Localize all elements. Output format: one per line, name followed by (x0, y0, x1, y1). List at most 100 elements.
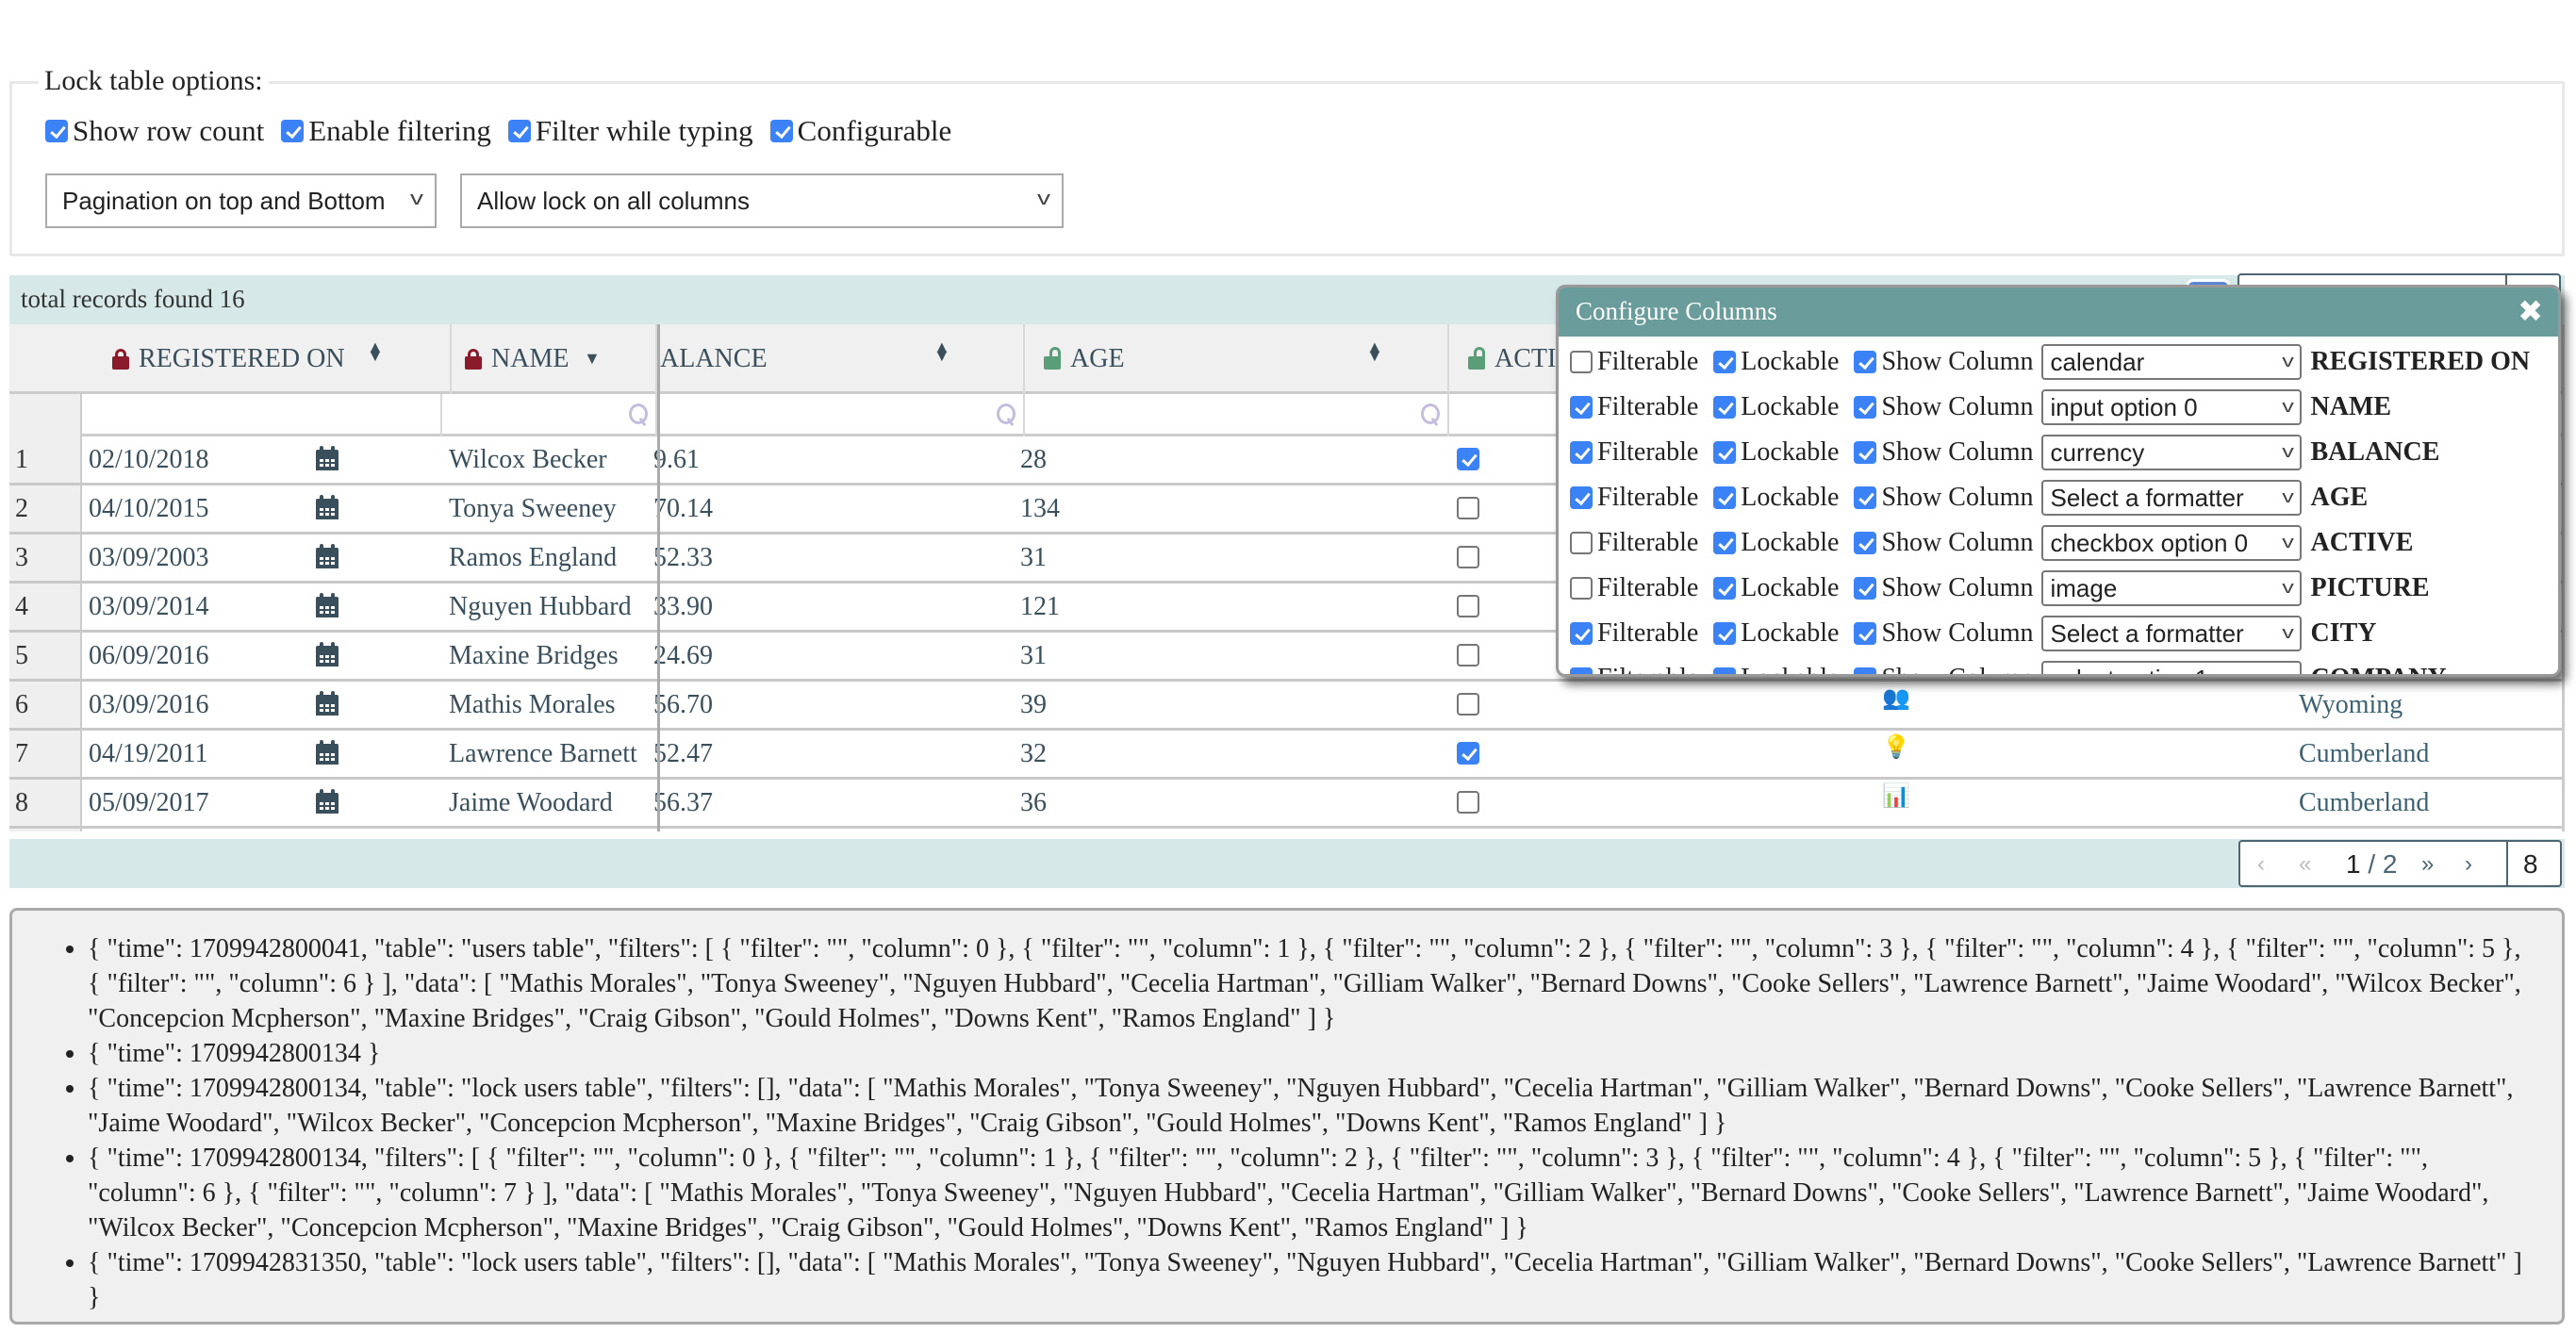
calendar-icon[interactable] (316, 446, 339, 470)
age-cell: 32 (1020, 738, 1047, 768)
lockable-checkbox[interactable] (1713, 622, 1737, 645)
formatter-select[interactable]: image v (2040, 570, 2302, 606)
locked-columns-divider[interactable] (657, 324, 660, 831)
filter-name[interactable] (442, 394, 657, 436)
registered-on-cell: 04/10/2015 (89, 493, 209, 523)
formatter-value: checkbox option 0 (2050, 528, 2249, 557)
lock-mode-select[interactable]: Allow lock on all columns v (460, 173, 1064, 228)
show-column-checkbox[interactable] (1854, 622, 1877, 645)
show-row-count-checkbox[interactable] (45, 120, 68, 142)
header-name[interactable]: NAME ▼ (442, 324, 657, 394)
page-size-select[interactable]: 8 (2523, 849, 2538, 880)
enable-filtering-checkbox[interactable] (281, 120, 305, 142)
active-checkbox[interactable] (1457, 448, 1479, 470)
filterable-checkbox[interactable] (1570, 441, 1593, 464)
filter-registered-on[interactable] (82, 394, 442, 436)
calendar-icon[interactable] (316, 789, 339, 814)
log-entry: { "time": 1709942831350, "table": "lock … (88, 1245, 2562, 1315)
filterable-checkbox[interactable] (1570, 622, 1593, 645)
lockable-checkbox[interactable] (1713, 667, 1737, 674)
formatter-select[interactable]: input option 0 v (2040, 389, 2302, 425)
formatter-select[interactable]: select option 1 v (2040, 661, 2302, 674)
active-checkbox[interactable] (1457, 742, 1479, 765)
pagination-position-select[interactable]: Pagination on top and Bottom v (45, 173, 437, 228)
age-cell: 39 (1020, 689, 1047, 719)
show-column-checkbox[interactable] (1854, 486, 1877, 509)
active-checkbox[interactable] (1457, 644, 1479, 666)
formatter-select[interactable]: checkbox option 0 v (2040, 525, 2302, 561)
registered-on-cell: 06/09/2016 (89, 640, 209, 670)
configure-column-row: Filterable Lockable Show Column calendar v RE… (1570, 340, 2530, 384)
total-pages: / 2 (2368, 849, 2398, 879)
formatter-value: image (2050, 573, 2118, 602)
show-column-checkbox[interactable] (1854, 667, 1877, 674)
show-column-checkbox[interactable] (1854, 577, 1877, 600)
bottom-pagination: ‹ « 1 / 2 » › 8 (2238, 840, 2562, 887)
locked-icon[interactable] (112, 349, 129, 370)
filterable-checkbox[interactable] (1570, 396, 1593, 419)
prev-page-button[interactable]: ‹ (2257, 851, 2265, 878)
lockable-checkbox[interactable] (1713, 532, 1737, 554)
lockable-checkbox[interactable] (1713, 486, 1737, 509)
filter-balance[interactable] (660, 394, 1025, 436)
formatter-select[interactable]: calendar v (2040, 344, 2302, 380)
active-checkbox[interactable] (1457, 595, 1479, 617)
chevron-down-icon: v (1037, 189, 1050, 209)
filterable-checkbox[interactable] (1570, 351, 1593, 373)
calendar-icon[interactable] (316, 544, 339, 568)
locked-icon[interactable] (465, 349, 482, 370)
formatter-select[interactable]: Select a formatter v (2040, 480, 2302, 516)
show-column-checkbox[interactable] (1854, 441, 1877, 464)
configure-column-row: Filterable Lockable Show Column checkbox op… (1570, 521, 2413, 565)
last-page-button[interactable]: » (2421, 851, 2434, 878)
filter-while-typing-checkbox[interactable] (507, 120, 531, 142)
show-column-checkbox[interactable] (1854, 351, 1877, 373)
lockable-checkbox[interactable] (1713, 396, 1737, 419)
column-name: CITY (2310, 618, 2377, 648)
filterable-label: Filterable (1597, 347, 1699, 376)
header-registered-on[interactable]: REGISTERED ON ▲ ▼ (82, 324, 452, 394)
active-checkbox[interactable] (1457, 497, 1479, 519)
lockable-checkbox[interactable] (1713, 351, 1737, 373)
show-column-checkbox[interactable] (1854, 396, 1877, 419)
sort-desc-icon[interactable]: ▼ (584, 350, 601, 367)
filterable-checkbox[interactable] (1570, 486, 1593, 509)
filterable-checkbox[interactable] (1570, 577, 1593, 600)
close-icon[interactable]: ✖ (2518, 293, 2543, 329)
formatter-select[interactable]: currency v (2040, 435, 2302, 470)
dialog-header[interactable]: Configure Columns ✖ (1559, 288, 2558, 337)
active-checkbox[interactable] (1457, 791, 1479, 814)
show-column-checkbox[interactable] (1854, 532, 1877, 554)
calendar-icon[interactable] (316, 642, 339, 666)
header-age[interactable]: AGE ▲ ▼ (1025, 324, 1449, 394)
lockable-checkbox[interactable] (1713, 441, 1737, 464)
show-row-count-option[interactable]: Show row count (45, 114, 264, 148)
calendar-icon[interactable] (316, 740, 339, 765)
next-page-button[interactable]: › (2465, 851, 2472, 878)
balance-cell: 52.33 (653, 542, 713, 572)
active-checkbox[interactable] (1457, 546, 1479, 568)
chevron-down-icon: v (410, 189, 423, 209)
sort-both-icon[interactable]: ▲ ▼ (933, 338, 950, 364)
row-number: 5 (15, 640, 28, 670)
header-balance[interactable]: ALANCE ▲ ▼ (660, 324, 1025, 394)
calendar-icon[interactable] (316, 495, 339, 519)
enable-filtering-option[interactable]: Enable filtering (281, 114, 491, 148)
lockable-checkbox[interactable] (1713, 577, 1737, 600)
configurable-checkbox[interactable] (769, 120, 793, 142)
sort-both-icon[interactable]: ▲ ▼ (1366, 338, 1383, 364)
calendar-icon[interactable] (316, 593, 339, 617)
sort-both-icon[interactable]: ▲ ▼ (367, 338, 384, 364)
first-page-button[interactable]: « (2299, 851, 2311, 878)
filter-age[interactable] (1025, 394, 1449, 436)
name-cell: Wilcox Becker (449, 444, 607, 474)
formatter-select[interactable]: Select a formatter v (2040, 616, 2302, 651)
filter-while-typing-option[interactable]: Filter while typing (507, 114, 753, 148)
filterable-checkbox[interactable] (1570, 667, 1593, 674)
calendar-icon[interactable] (316, 691, 339, 716)
unlocked-icon[interactable] (1468, 347, 1485, 370)
filterable-checkbox[interactable] (1570, 532, 1593, 554)
configurable-option[interactable]: Configurable (769, 114, 951, 148)
active-checkbox[interactable] (1457, 693, 1479, 716)
unlocked-icon[interactable] (1044, 347, 1061, 370)
